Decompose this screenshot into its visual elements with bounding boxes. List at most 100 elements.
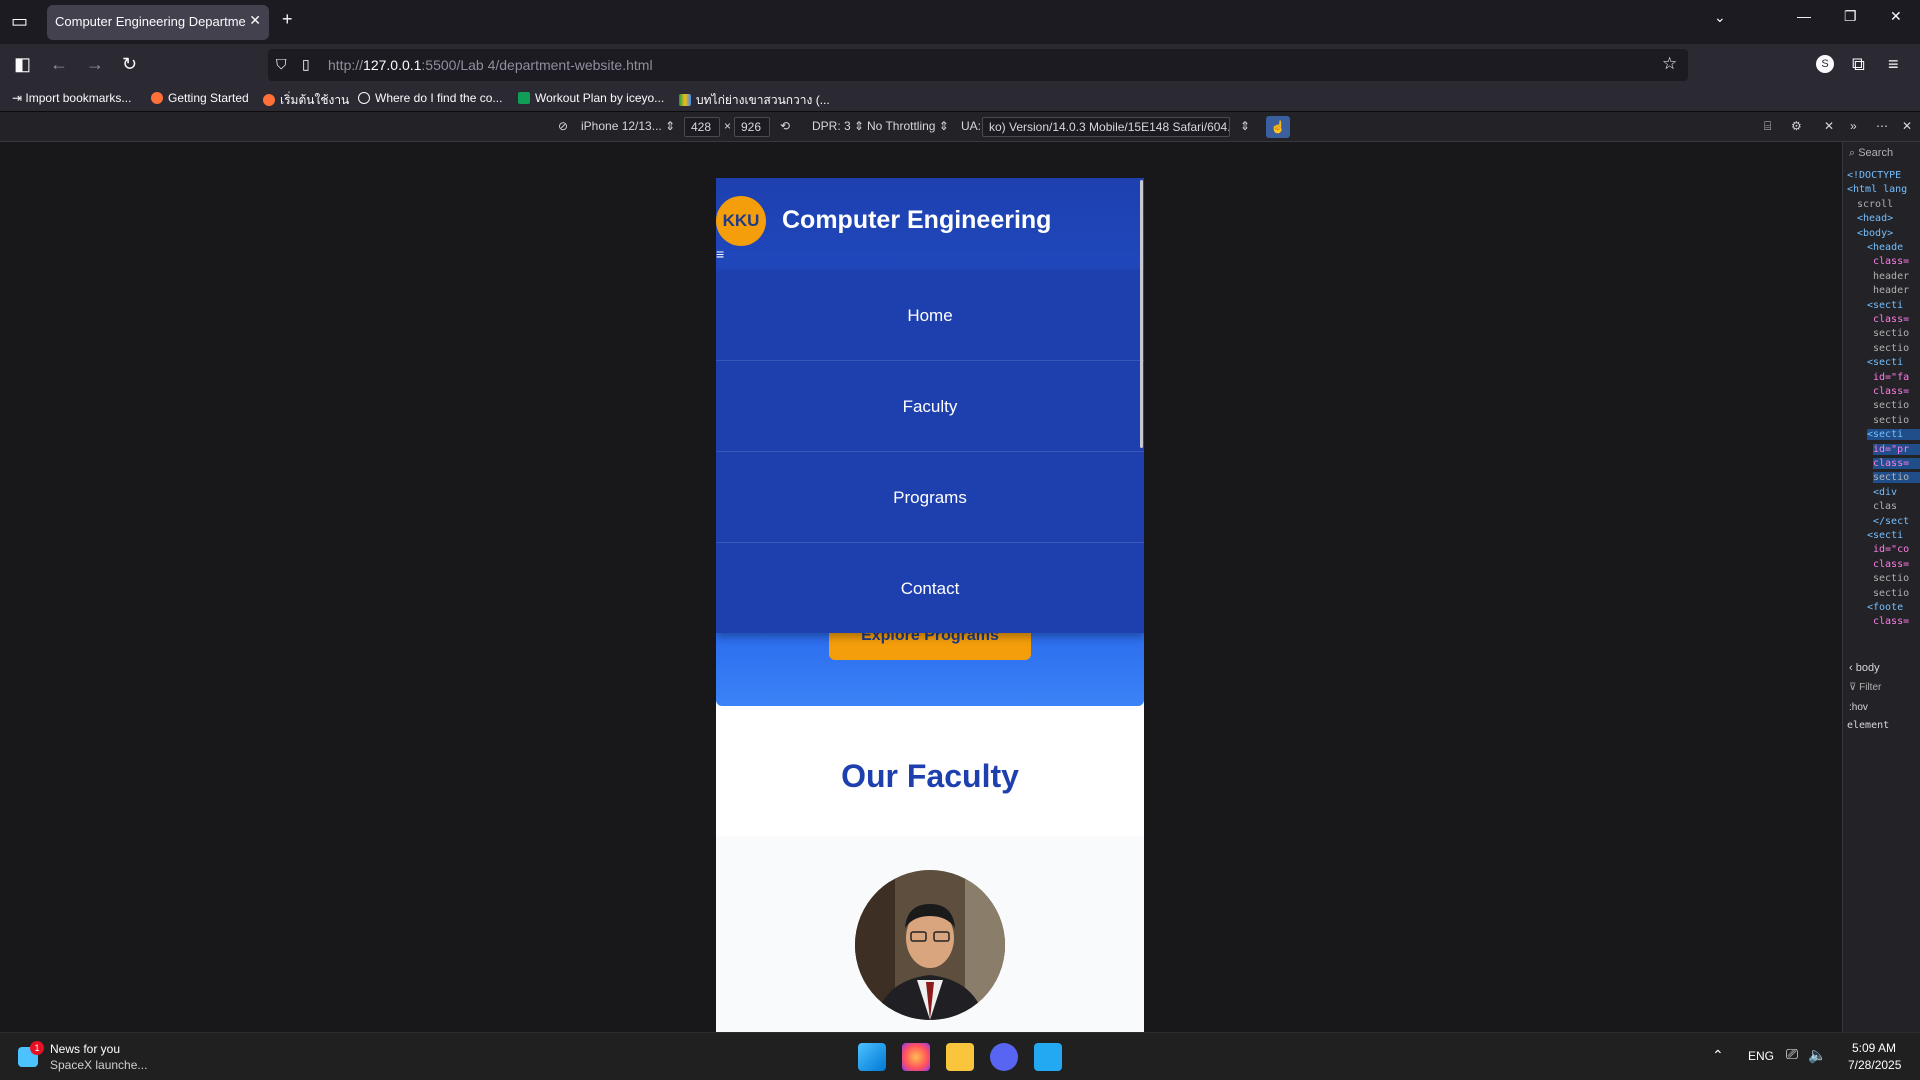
- browser-tab[interactable]: Computer Engineering Department ✕: [47, 5, 269, 40]
- bookmark-import[interactable]: ⇥ Import bookmarks...: [12, 91, 131, 105]
- markup-line[interactable]: <body>: [1857, 228, 1893, 239]
- nav-item-faculty[interactable]: Faculty: [716, 361, 1144, 452]
- viewport-width-input[interactable]: 428: [684, 117, 720, 137]
- bookmark-star-icon[interactable]: ☆: [1662, 54, 1677, 74]
- clock-time[interactable]: 5:09 AM: [1852, 1041, 1896, 1055]
- url-bar[interactable]: ⛉ ▯ http://127.0.0.1:5500/Lab 4/departme…: [268, 49, 1688, 81]
- nav-item-programs[interactable]: Programs: [716, 452, 1144, 543]
- touch-simulation-icon[interactable]: ☝: [1266, 116, 1290, 138]
- volume-icon[interactable]: 🔈: [1808, 1046, 1827, 1064]
- vscode-icon[interactable]: [1034, 1043, 1062, 1071]
- rotate-icon[interactable]: ⟲: [780, 119, 790, 133]
- close-rdm-icon[interactable]: ✕: [1824, 119, 1834, 133]
- hover-state-toggle[interactable]: :hov: [1849, 702, 1868, 713]
- devtools-menu-icon[interactable]: ⋯: [1876, 119, 1888, 133]
- markup-line[interactable]: class=: [1873, 559, 1909, 570]
- markup-line[interactable]: clas: [1873, 501, 1897, 512]
- forward-icon[interactable]: →: [86, 54, 104, 75]
- markup-line[interactable]: header: [1873, 285, 1909, 296]
- markup-line[interactable]: sectio: [1873, 573, 1909, 584]
- url-text[interactable]: http://127.0.0.1:5500/Lab 4/department-w…: [328, 57, 653, 73]
- bookmark-getting-started[interactable]: Getting Started: [151, 91, 249, 105]
- news-subtitle[interactable]: SpaceX launche...: [50, 1058, 147, 1072]
- markup-line[interactable]: <html lang: [1847, 184, 1907, 195]
- markup-line[interactable]: class=: [1873, 458, 1920, 469]
- markup-line[interactable]: </sect: [1873, 516, 1909, 527]
- minimize-icon[interactable]: —: [1797, 8, 1811, 24]
- screenshot-icon[interactable]: ⌸: [1764, 119, 1771, 134]
- discord-icon[interactable]: [990, 1043, 1018, 1071]
- bookmark-where[interactable]: Where do I find the co...: [358, 91, 502, 105]
- markup-line[interactable]: id="pr: [1873, 443, 1920, 455]
- sidebar-icon[interactable]: ◧: [14, 54, 31, 75]
- close-devtools-icon[interactable]: ✕: [1902, 119, 1912, 133]
- back-icon[interactable]: ←: [50, 54, 68, 75]
- close-window-icon[interactable]: ✕: [1890, 8, 1902, 25]
- file-explorer-icon[interactable]: [946, 1043, 974, 1071]
- new-tab-icon[interactable]: +: [282, 9, 293, 30]
- reload-icon[interactable]: ↻: [122, 54, 137, 75]
- news-title[interactable]: News for you: [50, 1042, 120, 1056]
- hamburger-menu-icon[interactable]: ≡: [716, 246, 724, 262]
- markup-line[interactable]: sectio: [1873, 415, 1909, 426]
- tab-title: Computer Engineering Department: [55, 14, 245, 29]
- markup-line[interactable]: <secti: [1867, 429, 1920, 441]
- windows-start-icon[interactable]: [858, 1043, 886, 1071]
- user-agent-input[interactable]: ko) Version/14.0.3 Mobile/15E148 Safari/…: [982, 117, 1230, 137]
- extensions-icon[interactable]: ⧉: [1852, 54, 1865, 75]
- markup-line[interactable]: sectio: [1873, 400, 1909, 411]
- touch-simulation-off-icon[interactable]: ⊘: [558, 119, 568, 133]
- markup-line[interactable]: <foote: [1867, 602, 1903, 613]
- ua-dropdown-icon[interactable]: ⇕: [1240, 119, 1250, 133]
- device-selector[interactable]: iPhone 12/13... ⇕: [581, 119, 675, 133]
- account-icon[interactable]: S: [1816, 55, 1834, 73]
- markup-line[interactable]: sectio: [1873, 343, 1909, 354]
- viewport-height-input[interactable]: 926: [734, 117, 770, 137]
- markup-line[interactable]: header: [1873, 271, 1909, 282]
- markup-line[interactable]: <secti: [1867, 530, 1903, 541]
- markup-line[interactable]: <div: [1873, 487, 1897, 498]
- language-indicator[interactable]: ENG: [1748, 1049, 1774, 1063]
- clock-date[interactable]: 7/28/2025: [1848, 1058, 1901, 1072]
- rules-filter-field[interactable]: ⊽ Filter: [1849, 682, 1881, 693]
- element-rule: element: [1847, 720, 1890, 731]
- settings-gear-icon[interactable]: ⚙: [1791, 119, 1802, 133]
- nav-item-home[interactable]: Home: [716, 270, 1144, 361]
- bookmark-drive[interactable]: บทไก่ย่างเขาสวนกวาง (...: [679, 91, 830, 110]
- markup-line[interactable]: <secti: [1867, 357, 1903, 368]
- nav-item-contact[interactable]: Contact: [716, 543, 1144, 634]
- markup-line[interactable]: sectio: [1873, 588, 1909, 599]
- list-tabs-icon[interactable]: ⌄: [1714, 9, 1726, 26]
- markup-line[interactable]: <head>: [1857, 213, 1893, 224]
- markup-line[interactable]: class=: [1873, 616, 1909, 627]
- devtools-overflow-icon[interactable]: »: [1850, 119, 1857, 133]
- restore-icon[interactable]: ❐: [1844, 8, 1857, 25]
- shield-icon[interactable]: ⛉: [276, 56, 287, 73]
- markup-line[interactable]: scroll: [1857, 199, 1893, 210]
- markup-line[interactable]: class=: [1873, 256, 1909, 267]
- bookmark-thai-start[interactable]: เริ่มต้นใช้งาน: [263, 91, 349, 110]
- markup-line[interactable]: class=: [1873, 314, 1909, 325]
- dpr-selector[interactable]: DPR: 3 ⇕: [812, 119, 864, 133]
- bookmark-workout[interactable]: Workout Plan by iceyo...: [518, 91, 664, 105]
- show-hidden-icons-icon[interactable]: ⌃: [1712, 1047, 1724, 1064]
- markup-line[interactable]: id="co: [1873, 544, 1909, 555]
- menu-icon[interactable]: ≡: [1888, 54, 1899, 75]
- markup-line[interactable]: id="fa: [1873, 372, 1909, 383]
- markup-line[interactable]: sectio: [1873, 472, 1920, 484]
- inspector-search-field[interactable]: ⌕ Search: [1849, 147, 1893, 160]
- network-icon[interactable]: ⎚: [1786, 1046, 1798, 1063]
- page-icon[interactable]: ▯: [302, 56, 310, 73]
- markup-line[interactable]: class=: [1873, 386, 1909, 397]
- page-scrollbar[interactable]: [1140, 180, 1143, 448]
- tab-overview-icon[interactable]: ▭: [11, 11, 28, 32]
- throttling-selector[interactable]: No Throttling ⇕: [867, 119, 949, 133]
- firefox-icon[interactable]: [902, 1043, 930, 1071]
- markup-line[interactable]: <heade: [1867, 242, 1903, 253]
- breadcrumb-body[interactable]: ‹ body: [1849, 662, 1880, 674]
- markup-line[interactable]: <secti: [1867, 300, 1903, 311]
- markup-line[interactable]: sectio: [1873, 328, 1909, 339]
- close-tab-icon[interactable]: ✕: [249, 12, 261, 29]
- site-title: Computer Engineering: [782, 206, 1052, 234]
- markup-line[interactable]: <!DOCTYPE: [1847, 170, 1901, 181]
